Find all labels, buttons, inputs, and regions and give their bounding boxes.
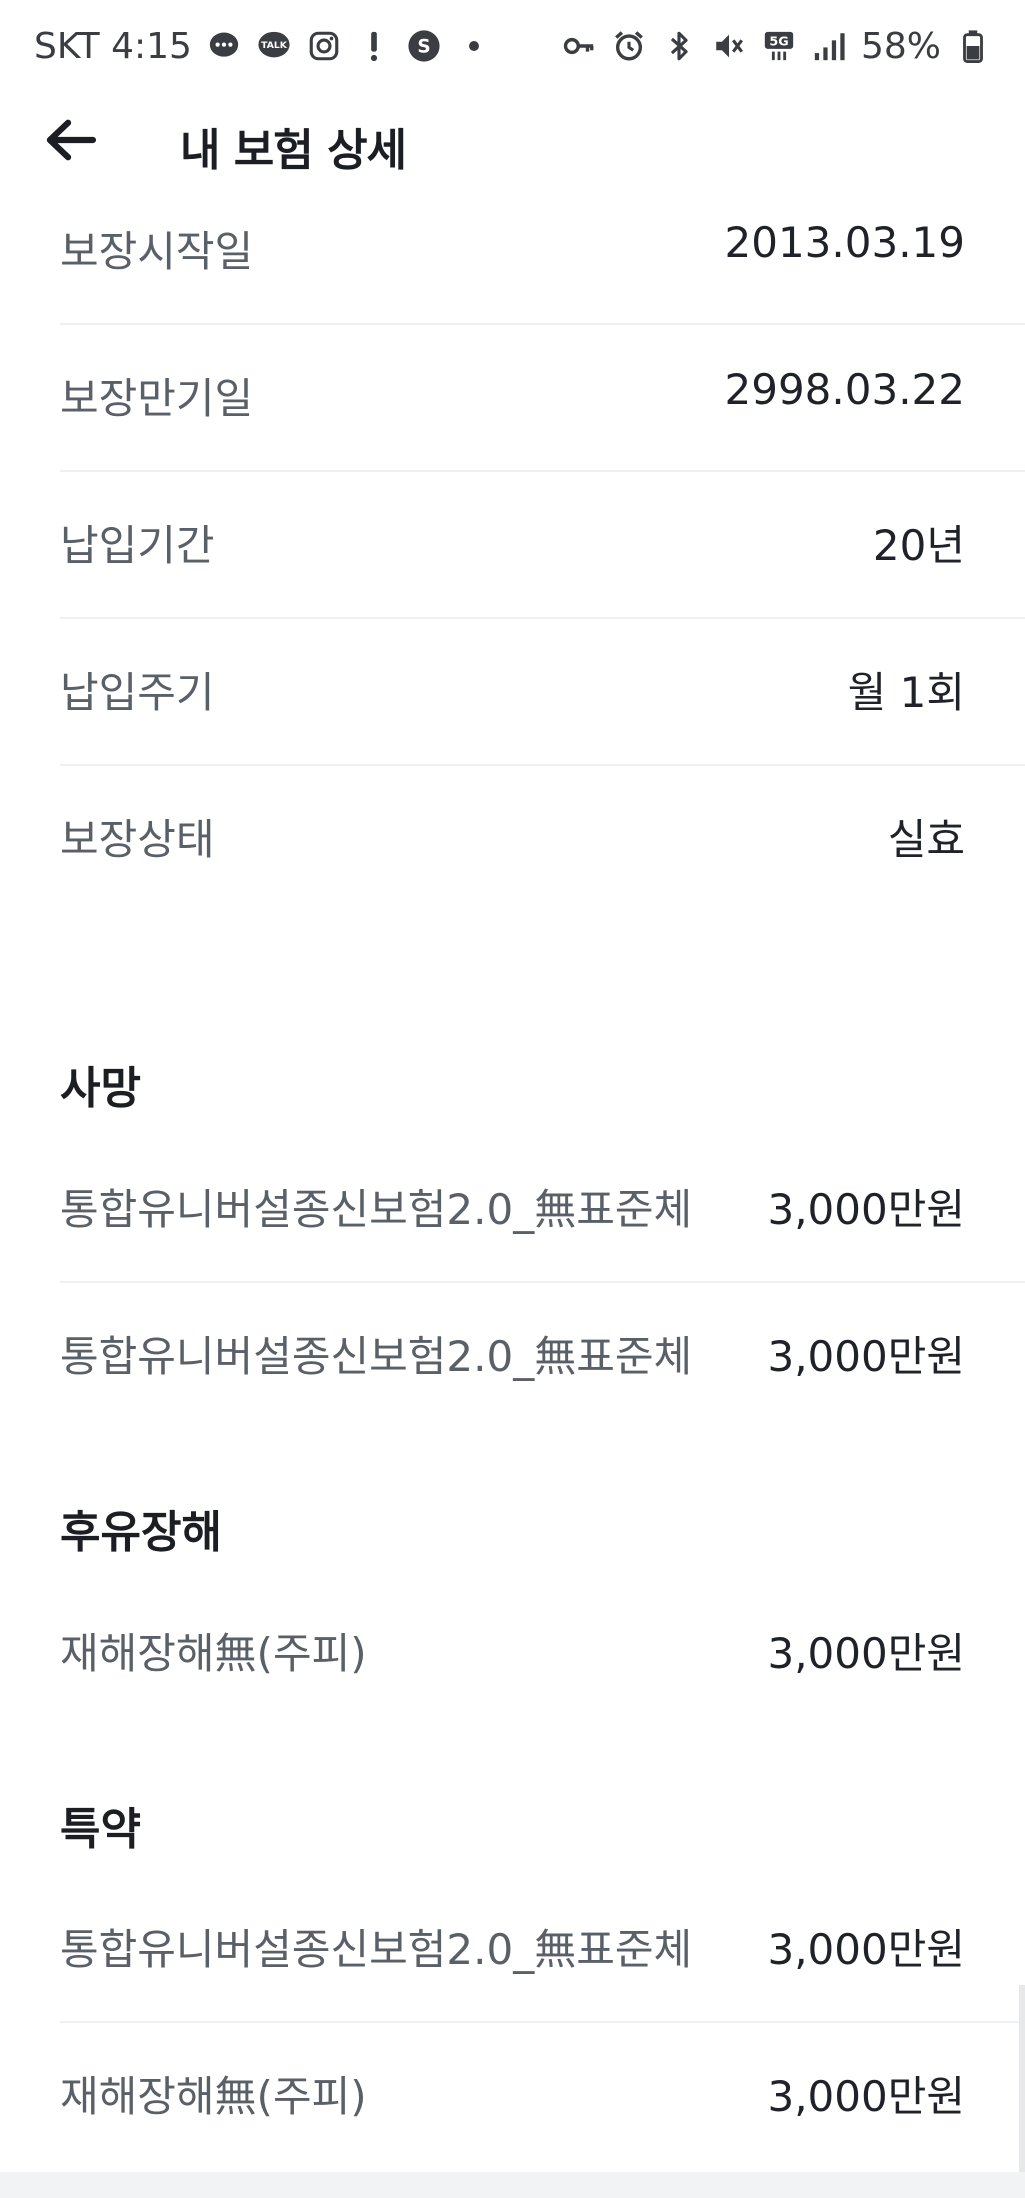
carrier-time: SKT 4:15 — [34, 25, 192, 67]
coverage-amount: 3,000만원 — [767, 2072, 965, 2121]
section-title-riders: 특약 — [60, 1804, 141, 1855]
bottom-divider — [0, 2172, 1025, 2198]
section-list-disability: 재해장해無(주피) 3,000만원 — [0, 1580, 1025, 1727]
coverage-amount: 3,000만원 — [767, 1332, 965, 1381]
coverage-amount: 3,000만원 — [767, 1185, 965, 1234]
battery-icon — [955, 28, 991, 64]
policy-info-list: 보장시작일 2013.03.19 보장만기일 2998.03.22 납입기간 2… — [0, 178, 1025, 913]
info-row-payment-period: 납입기간 20년 — [60, 472, 1025, 619]
page-title: 내 보험 상세 — [180, 125, 407, 176]
key-icon — [561, 28, 597, 64]
status-bar-left: SKT 4:15 TALK S — [34, 26, 492, 67]
alarm-icon — [611, 28, 647, 64]
row-label: 보장상태 — [60, 815, 215, 864]
row-value: 2998.03.22 — [724, 365, 965, 414]
kakaotalk-icon: TALK — [256, 28, 292, 64]
row-value: 2013.03.19 — [724, 218, 965, 267]
row-value: 20년 — [872, 521, 965, 570]
battery-percent: 58% — [860, 25, 941, 67]
mute-icon — [711, 28, 747, 64]
status-bar-right: 5G 58% — [561, 26, 991, 67]
coverage-name: 재해장해無(주피) — [60, 1629, 367, 1678]
svg-text:TALK: TALK — [261, 40, 288, 51]
status-bar: SKT 4:15 TALK S 5G 58% — [0, 0, 1025, 92]
chat-bubble-icon — [206, 28, 242, 64]
coverage-row: 재해장해無(주피) 3,000만원 — [60, 1580, 1025, 1727]
arrow-left-icon — [46, 119, 97, 161]
coverage-name: 재해장해無(주피) — [60, 2072, 367, 2121]
info-row-coverage-end: 보장만기일 2998.03.22 — [60, 325, 1025, 472]
coverage-name: 통합유니버설종신보험2.0_無표준체 — [60, 1185, 693, 1234]
section-list-death: 통합유니버설종신보험2.0_無표준체 3,000만원 통합유니버설종신보험2.0… — [0, 1136, 1025, 1430]
row-value: 월 1회 — [847, 668, 965, 717]
bluetooth-icon — [661, 28, 697, 64]
row-label: 납입주기 — [60, 668, 215, 717]
row-label: 납입기간 — [60, 521, 215, 570]
row-value: 실효 — [887, 815, 965, 864]
section-list-riders: 통합유니버설종신보험2.0_無표준체 3,000만원 재해장해無(주피) 3,0… — [0, 1876, 1025, 2170]
coverage-name: 통합유니버설종신보험2.0_無표준체 — [60, 1332, 693, 1381]
svg-text:S: S — [417, 36, 430, 57]
coverage-row: 재해장해無(주피) 3,000만원 — [60, 2023, 1025, 2170]
scrollbar[interactable] — [1019, 1985, 1025, 2175]
5g-icon: 5G — [761, 28, 797, 64]
coverage-row: 통합유니버설종신보험2.0_無표준체 3,000만원 — [60, 1136, 1025, 1283]
dot-icon — [456, 28, 492, 64]
coverage-name: 통합유니버설종신보험2.0_無표준체 — [60, 1925, 693, 1974]
coverage-amount: 3,000만원 — [767, 1925, 965, 1974]
section-title-death: 사망 — [60, 1063, 141, 1114]
info-row-coverage-start: 보장시작일 2013.03.19 — [60, 178, 1025, 325]
row-label: 보장만기일 — [60, 374, 254, 423]
instagram-icon — [306, 28, 342, 64]
coverage-row: 통합유니버설종신보험2.0_無표준체 3,000만원 — [60, 1876, 1025, 2023]
coverage-amount: 3,000만원 — [767, 1629, 965, 1678]
app-header: 내 보험 상세 — [0, 100, 1025, 180]
info-row-coverage-status: 보장상태 실효 — [60, 766, 1025, 913]
coverage-row: 통합유니버설종신보험2.0_無표준체 3,000만원 — [60, 1283, 1025, 1430]
section-title-disability: 후유장해 — [60, 1507, 222, 1558]
svg-text:5G: 5G — [769, 34, 788, 49]
back-button[interactable] — [40, 112, 100, 168]
row-label: 보장시작일 — [60, 227, 254, 276]
info-row-payment-cycle: 납입주기 월 1회 — [60, 619, 1025, 766]
exclamation-icon — [356, 28, 392, 64]
s-circle-icon: S — [406, 28, 442, 64]
signal-icon — [811, 28, 847, 64]
